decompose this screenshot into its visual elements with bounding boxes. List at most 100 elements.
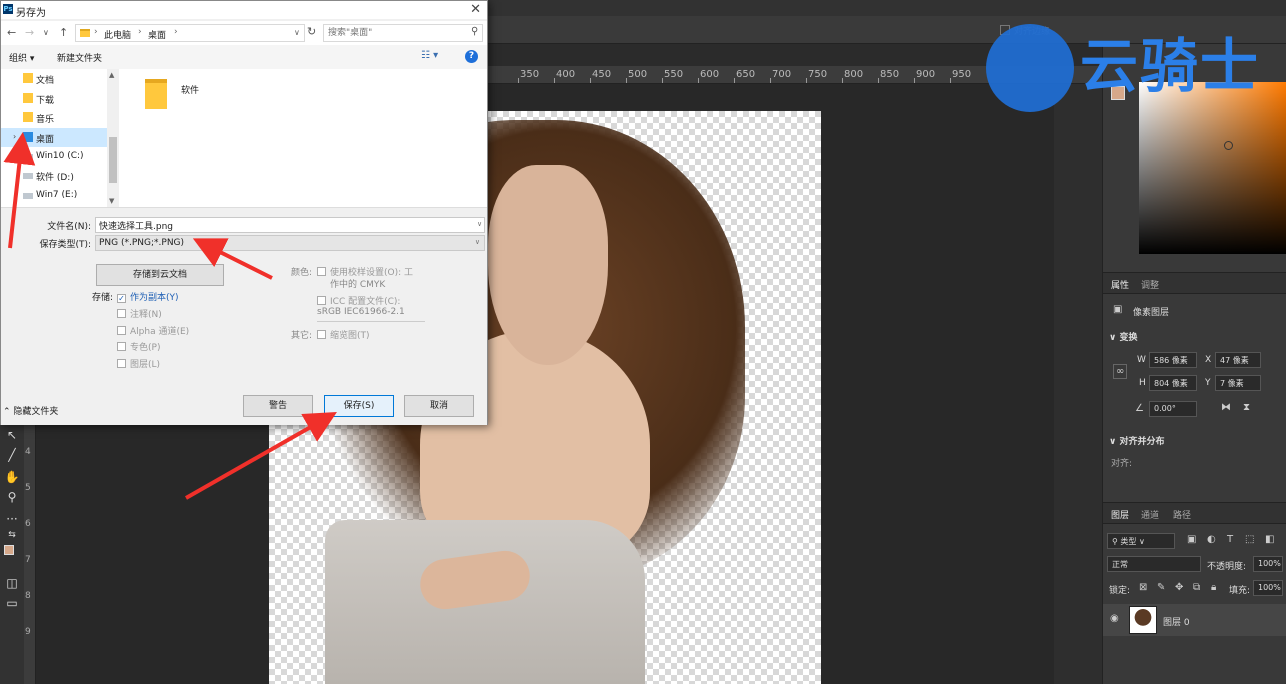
hand-tool-icon[interactable]: ✋: [4, 469, 20, 485]
chevron-right-icon[interactable]: ›: [174, 27, 178, 37]
thumbnail-label: 缩览图(T): [330, 331, 370, 341]
back-arrow-icon[interactable]: ←: [7, 26, 16, 39]
icc-profile-checkbox[interactable]: ICC 配置文件(C):: [317, 294, 400, 307]
sidebar-item-drive-e[interactable]: Win7 (E:): [1, 186, 107, 205]
zoom-tool-icon[interactable]: ⚲: [4, 489, 20, 505]
watermark-text: 云骑士: [1080, 32, 1261, 100]
more-tools-icon[interactable]: ···: [4, 511, 20, 527]
blend-mode-select[interactable]: 正常: [1107, 556, 1201, 572]
layers-checkbox[interactable]: 图层(L): [117, 357, 160, 370]
width-field[interactable]: 586 像素: [1149, 352, 1197, 368]
foreground-color-swatch[interactable]: [4, 545, 14, 555]
organize-button[interactable]: 组织 ▾: [9, 51, 34, 64]
color-picker-cursor[interactable]: [1224, 141, 1233, 150]
sidebar-item-label: 文档: [36, 76, 55, 86]
thumbnail-checkbox[interactable]: 缩览图(T): [317, 328, 370, 341]
ruler-tick: [626, 78, 627, 83]
layers-label: 图层(L): [130, 360, 161, 370]
opacity-field[interactable]: 100%: [1253, 556, 1283, 572]
filter-type-icon[interactable]: T: [1227, 534, 1233, 545]
chevron-right-icon[interactable]: ›: [94, 27, 98, 37]
layer-name[interactable]: 图层 0: [1163, 615, 1190, 628]
flip-vertical-icon[interactable]: ⧗: [1243, 402, 1250, 413]
notes-checkbox[interactable]: 注释(N): [117, 307, 162, 320]
view-options-icon[interactable]: ☷ ▾: [421, 50, 438, 61]
y-field[interactable]: 7 像素: [1215, 375, 1261, 391]
sidebar-item-music[interactable]: 音乐: [1, 108, 107, 127]
new-folder-button[interactable]: 新建文件夹: [57, 51, 102, 64]
close-icon[interactable]: ✕: [470, 2, 481, 17]
transform-section-header[interactable]: ∨ 变换: [1109, 330, 1137, 343]
filter-shape-icon[interactable]: ⬚: [1245, 534, 1254, 545]
up-arrow-icon[interactable]: ↑: [59, 26, 68, 39]
sidebar-item-label: Win10 (C:): [36, 151, 84, 161]
ruler-tick-label: 4: [25, 447, 31, 457]
tab-paths[interactable]: 路径: [1173, 508, 1191, 521]
lock-all-icon[interactable]: 🔒︎: [1211, 582, 1216, 593]
sidebar-item-downloads[interactable]: 下载: [1, 89, 107, 108]
lock-transparent-icon[interactable]: ⊠: [1139, 582, 1147, 593]
scroll-up-icon[interactable]: ▲: [109, 71, 114, 79]
sidebar-item-desktop[interactable]: › 桌面: [1, 128, 107, 147]
filetype-select[interactable]: PNG (*.PNG;*.PNG) ∨: [95, 235, 485, 251]
cancel-button[interactable]: 取消: [404, 395, 474, 417]
flip-horizontal-icon[interactable]: ⧓: [1221, 402, 1231, 413]
filter-pixel-icon[interactable]: ▣: [1187, 534, 1196, 545]
move-tool-icon[interactable]: ↖: [4, 427, 20, 443]
forward-arrow-icon[interactable]: →: [25, 26, 34, 39]
sidebar-item-drive-c[interactable]: Win10 (C:): [1, 147, 107, 166]
brush-tool-icon[interactable]: ╱: [4, 447, 20, 463]
refresh-icon[interactable]: ↻: [307, 25, 316, 38]
filter-adjustment-icon[interactable]: ◐: [1207, 534, 1216, 545]
link-icon[interactable]: ∞: [1113, 364, 1128, 379]
opacity-label: 不透明度:: [1207, 562, 1247, 572]
lock-artboard-icon[interactable]: ⧉: [1193, 582, 1200, 593]
search-input[interactable]: [323, 24, 483, 42]
recent-locations-chevron-icon[interactable]: ∨: [43, 28, 49, 37]
breadcrumb-this-pc[interactable]: 此电脑: [104, 28, 131, 41]
fill-field[interactable]: 100%: [1253, 580, 1283, 596]
angle-icon: ∠: [1135, 403, 1144, 414]
filename-input[interactable]: [95, 217, 485, 233]
align-section-header[interactable]: ∨ 对齐并分布: [1109, 434, 1164, 447]
save-to-cloud-button[interactable]: 存储到云文档: [96, 264, 224, 286]
sidebar-item-documents[interactable]: 文档: [1, 69, 107, 88]
angle-field[interactable]: 0.00°: [1149, 401, 1197, 417]
breadcrumb-desktop[interactable]: 桌面: [148, 28, 166, 41]
lock-position-icon[interactable]: ✥: [1175, 582, 1183, 593]
expand-arrow-icon[interactable]: ›: [13, 132, 16, 141]
spot-color-checkbox[interactable]: 专色(P): [117, 340, 160, 353]
height-field[interactable]: 804 像素: [1149, 375, 1197, 391]
layer-row[interactable]: ◉ 图层 0: [1103, 604, 1286, 636]
tab-properties[interactable]: 属性: [1111, 278, 1129, 291]
filename-dropdown-chevron-icon[interactable]: ∨: [477, 220, 482, 228]
visibility-eye-icon[interactable]: ◉: [1110, 613, 1119, 624]
scrollbar-thumb[interactable]: [109, 137, 117, 183]
nav-scrollbar[interactable]: ▲ ▼: [107, 69, 119, 207]
lock-image-icon[interactable]: ✎: [1157, 582, 1165, 593]
transform-header-text: 变换: [1119, 333, 1138, 343]
scroll-down-icon[interactable]: ▼: [109, 197, 114, 205]
help-icon[interactable]: ?: [465, 50, 478, 63]
tab-layers[interactable]: 图层: [1111, 508, 1129, 521]
search-icon[interactable]: ⚲: [471, 26, 478, 37]
hide-folders-toggle[interactable]: ⌃ 隐藏文件夹: [3, 404, 58, 417]
warning-button[interactable]: 警告: [243, 395, 313, 417]
address-dropdown-chevron-icon[interactable]: ∨: [294, 28, 300, 37]
x-field[interactable]: 47 像素: [1215, 352, 1261, 368]
swap-colors-icon[interactable]: ⇆: [4, 527, 20, 543]
alpha-channel-checkbox[interactable]: Alpha 通道(E): [117, 324, 189, 337]
save-button[interactable]: 保存(S): [324, 395, 394, 417]
tab-channels[interactable]: 通道: [1141, 508, 1159, 521]
screen-mode-icon[interactable]: ▭: [4, 595, 20, 611]
chevron-right-icon[interactable]: ›: [138, 27, 142, 37]
filter-smart-object-icon[interactable]: ◧: [1265, 534, 1274, 545]
color-picker-field[interactable]: [1139, 82, 1286, 254]
as-copy-checkbox[interactable]: ✓ 作为副本(Y): [117, 290, 179, 303]
w-label: W: [1137, 355, 1146, 365]
breadcrumb[interactable]: › 此电脑 › 桌面 › ∨: [75, 24, 305, 42]
tab-adjustments[interactable]: 调整: [1141, 278, 1159, 291]
sidebar-item-drive-d[interactable]: 软件 (D:): [1, 166, 107, 185]
quick-mask-icon[interactable]: ◫: [4, 575, 20, 591]
layer-filter-select[interactable]: ⚲ 类型 ∨: [1107, 533, 1175, 549]
